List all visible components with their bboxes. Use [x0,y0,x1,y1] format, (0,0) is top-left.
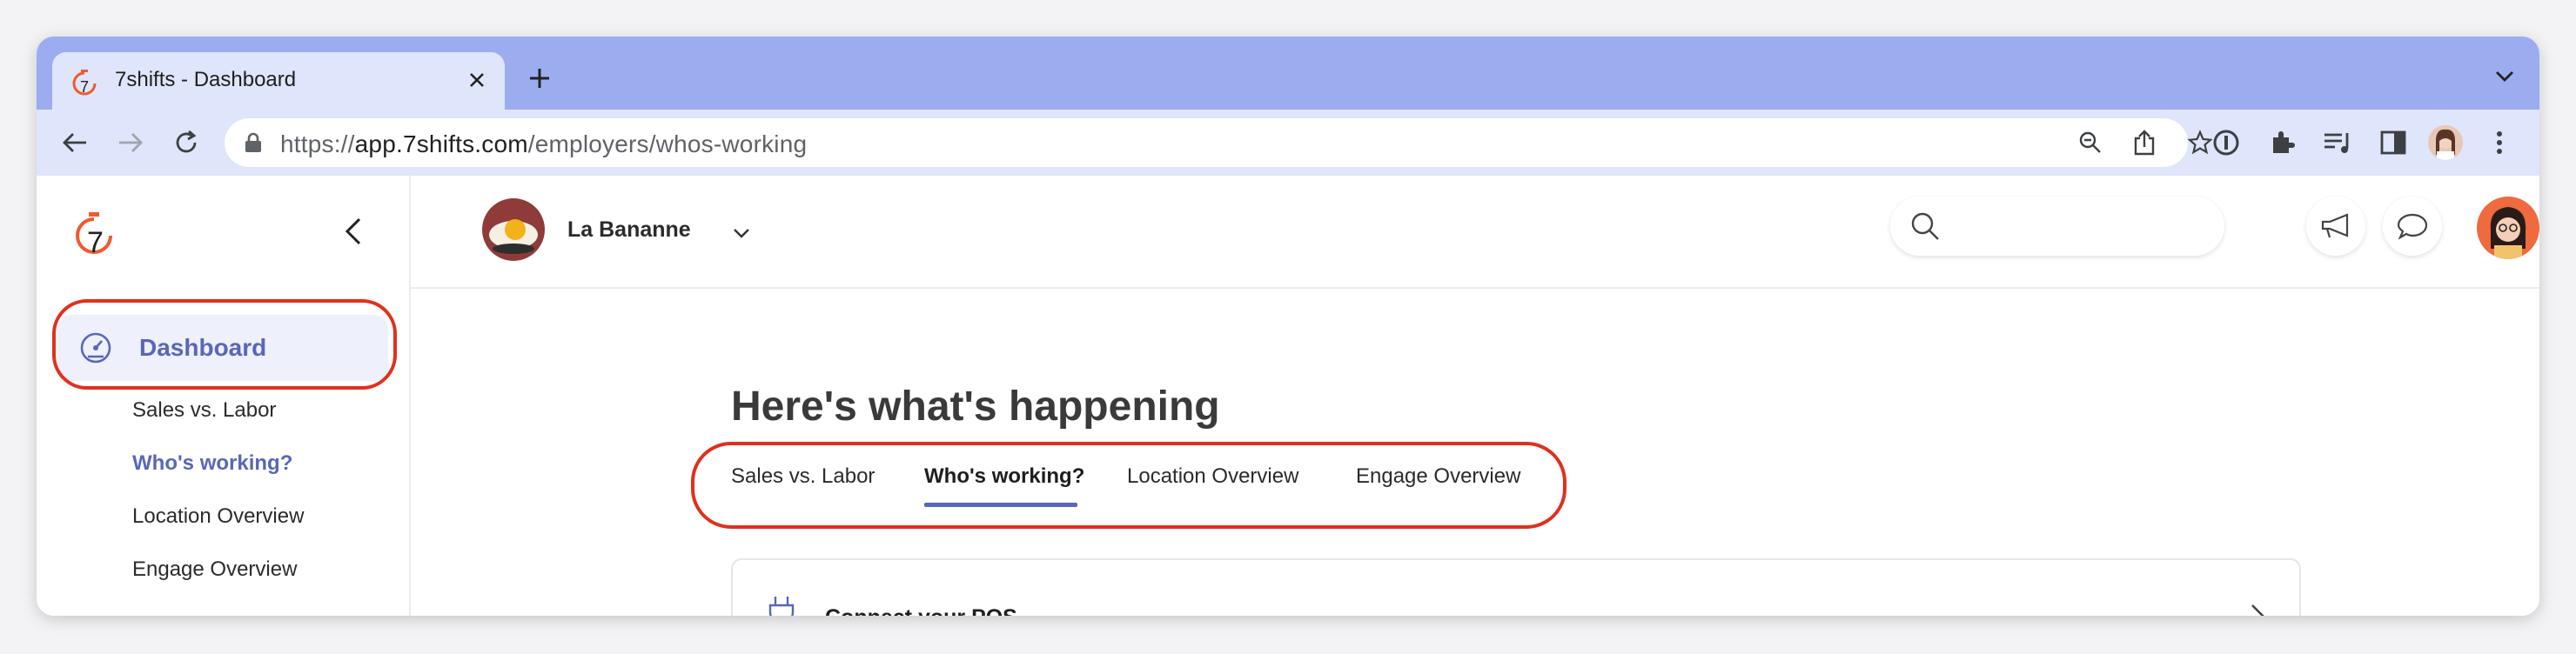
sidebar-item-dashboard[interactable]: Dashboard [57,315,388,381]
collapse-sidebar-button[interactable] [336,214,371,249]
sidebar-subitem-engage-overview[interactable]: Engage Overview [132,557,297,582]
search-icon [1911,212,1939,240]
password-manager-icon[interactable] [2210,127,2242,158]
side-panel-icon[interactable] [2378,127,2409,158]
chat-bubble-icon [2397,213,2428,240]
search-input[interactable] [1890,197,2224,256]
browser-toolbar: https://app.7shifts.com/employers/whos-w… [37,110,2539,177]
7shifts-logo-icon[interactable]: 7 [73,210,115,259]
sidebar-subitem-location-overview[interactable]: Location Overview [132,504,304,529]
chevron-down-icon[interactable] [731,223,752,244]
browser-profile-avatar[interactable] [2428,125,2463,160]
reading-list-icon[interactable] [2322,127,2353,158]
messages-button[interactable] [2383,197,2442,256]
connect-pos-card[interactable]: Connect your POS [731,558,2301,616]
zoom-out-icon[interactable] [2076,129,2104,157]
plus-icon[interactable] [524,63,555,94]
sidebar-subitem-sales-vs-labor[interactable]: Sales vs. Labor [132,398,276,423]
browser-window: 7 7shifts - Dashboard https://app.7shift… [37,37,2539,616]
tab-title: 7shifts - Dashboard [115,68,297,91]
tab-whos-working[interactable]: Who's working? [924,464,1084,489]
user-avatar[interactable] [2477,197,2539,259]
speedometer-icon [80,332,111,364]
announcements-button[interactable] [2306,197,2365,256]
card-label: Connect your POS [825,605,1017,616]
chevron-down-icon[interactable] [2491,63,2519,90]
kebab-menu-icon[interactable] [2484,127,2515,158]
close-icon[interactable] [461,64,493,96]
url-text[interactable]: https://app.7shifts.com/employers/whos-w… [280,130,807,158]
share-icon[interactable] [2130,129,2158,157]
tab-location-overview[interactable]: Location Overview [1127,464,1298,489]
address-bar[interactable]: https://app.7shifts.com/employers/whos-w… [225,118,2213,167]
tab-strip: 7 7shifts - Dashboard [37,37,2539,110]
lock-icon[interactable] [244,132,263,153]
app-content: 7 Dashboard Sales vs. Labor Who's workin… [37,176,2539,616]
megaphone-icon [2321,213,2349,238]
sidebar-item-label: Dashboard [139,334,267,361]
chevron-right-icon [2251,604,2264,616]
tab-sales-vs-labor[interactable]: Sales vs. Labor [731,464,875,489]
7shifts-logo-icon: 7 [72,70,97,96]
arrow-right-icon[interactable] [113,125,148,160]
sidebar: 7 Dashboard Sales vs. Labor Who's workin… [37,176,411,616]
arrow-left-icon[interactable] [57,125,92,160]
active-tab-indicator [924,503,1077,507]
page-title: Here's what's happening [731,384,1220,430]
reload-icon[interactable] [169,125,204,160]
puzzle-icon[interactable] [2266,127,2298,158]
browser-tab-dashboard[interactable]: 7 7shifts - Dashboard [52,52,505,110]
plug-icon [768,597,795,616]
sidebar-subitem-whos-working[interactable]: Who's working? [132,451,292,476]
location-name[interactable]: La Bananne [567,217,691,243]
location-avatar[interactable] [482,198,545,261]
svg-text:7: 7 [80,78,89,96]
top-bar: La Bananne [411,176,2539,289]
tab-engage-overview[interactable]: Engage Overview [1356,464,1520,489]
svg-text:7: 7 [87,226,104,259]
